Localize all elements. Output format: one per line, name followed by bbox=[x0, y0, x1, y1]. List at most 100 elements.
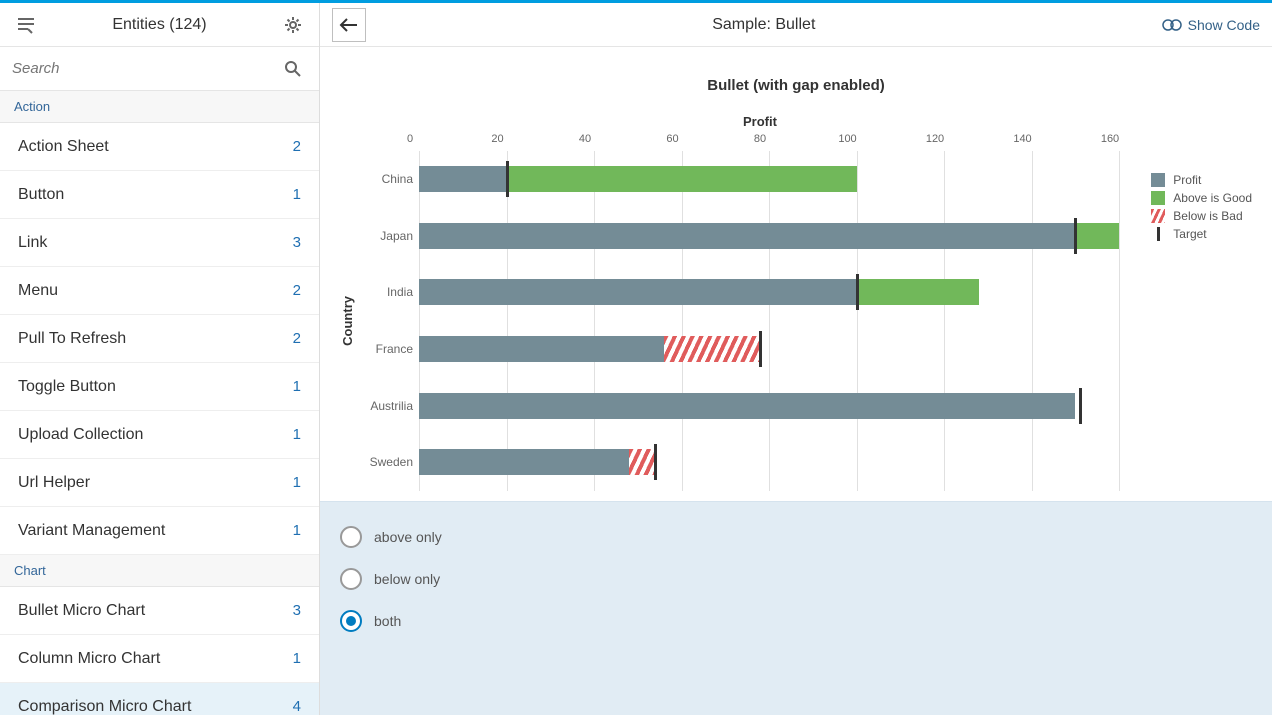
x-axis-title: Profit bbox=[410, 114, 1110, 129]
radio-panel: above only below only both bbox=[320, 501, 1272, 715]
x-tick: 0 bbox=[407, 133, 413, 145]
list-item-count: 2 bbox=[293, 138, 301, 155]
y-tick: France bbox=[363, 321, 413, 378]
list-item-label: Comparison Micro Chart bbox=[18, 698, 191, 715]
list-item-label: Upload Collection bbox=[18, 426, 143, 444]
list-item[interactable]: Column Micro Chart 1 bbox=[0, 635, 319, 683]
list-item[interactable]: Link 3 bbox=[0, 219, 319, 267]
list-item-count: 3 bbox=[293, 234, 301, 251]
list-item-count: 2 bbox=[293, 330, 301, 347]
profit-bar bbox=[419, 279, 857, 305]
list-item-count: 3 bbox=[293, 602, 301, 619]
radio-option[interactable]: below only bbox=[340, 558, 1252, 600]
chart-title: Bullet (with gap enabled) bbox=[340, 77, 1252, 94]
main-panel: Sample: Bullet Show Code Bullet (with ga… bbox=[320, 3, 1272, 715]
target-mark bbox=[1074, 218, 1077, 254]
list-item-label: Menu bbox=[18, 282, 58, 300]
x-tick: 160 bbox=[1101, 133, 1119, 145]
list-item[interactable]: Upload Collection 1 bbox=[0, 411, 319, 459]
list-item[interactable]: Button 1 bbox=[0, 171, 319, 219]
target-mark bbox=[759, 331, 762, 367]
entity-list[interactable]: ActionAction Sheet2Button1Link3Menu2Pull… bbox=[0, 91, 319, 715]
list-item-count: 4 bbox=[293, 698, 301, 715]
chart-area: Bullet (with gap enabled) Profit 0 20 40 60… bbox=[320, 47, 1272, 501]
list-item-label: Toggle Button bbox=[18, 378, 116, 396]
x-tick: 60 bbox=[666, 133, 678, 145]
profit-bar bbox=[419, 393, 1075, 419]
group-header: Action bbox=[0, 91, 319, 123]
list-item-label: Pull To Refresh bbox=[18, 330, 126, 348]
y-tick: Austrilia bbox=[363, 378, 413, 435]
radio-option[interactable]: above only bbox=[340, 516, 1252, 558]
y-tick: India bbox=[363, 264, 413, 321]
list-item-count: 1 bbox=[293, 650, 301, 667]
show-code-label: Show Code bbox=[1188, 17, 1260, 33]
back-button[interactable] bbox=[332, 8, 366, 42]
above-bar bbox=[857, 279, 980, 305]
sidebar: Entities (124) Action Action Sheet 2 Button… bbox=[0, 3, 320, 715]
legend-above: Above is Good bbox=[1173, 191, 1252, 205]
list-item[interactable]: Variant Management 1 bbox=[0, 507, 319, 555]
list-item-count: 1 bbox=[293, 186, 301, 203]
list-item[interactable]: Bullet Micro Chart 3 bbox=[0, 587, 319, 635]
target-mark bbox=[1079, 388, 1082, 424]
list-item-count: 1 bbox=[293, 522, 301, 539]
list-item-label: Button bbox=[18, 186, 64, 204]
profit-bar bbox=[419, 336, 664, 362]
x-tick: 120 bbox=[926, 133, 944, 145]
profit-bar bbox=[419, 166, 507, 192]
x-tick: 80 bbox=[754, 133, 766, 145]
chart-plot bbox=[419, 151, 1119, 491]
legend-below: Below is Bad bbox=[1173, 209, 1242, 223]
target-mark bbox=[856, 274, 859, 310]
menu-icon[interactable] bbox=[12, 11, 40, 39]
radio-label: above only bbox=[374, 529, 442, 545]
list-item-label: Bullet Micro Chart bbox=[18, 602, 145, 620]
radio-label: below only bbox=[374, 571, 440, 587]
x-tick: 100 bbox=[838, 133, 856, 145]
list-item-count: 1 bbox=[293, 474, 301, 491]
x-tick: 140 bbox=[1013, 133, 1031, 145]
below-bar bbox=[664, 336, 760, 362]
y-tick: Japan bbox=[363, 208, 413, 265]
page-title: Sample: Bullet bbox=[366, 16, 1162, 34]
list-item-label: Variant Management bbox=[18, 522, 165, 540]
target-mark bbox=[654, 444, 657, 480]
list-item-label: Action Sheet bbox=[18, 138, 109, 156]
above-bar bbox=[507, 166, 857, 192]
above-bar bbox=[1075, 223, 1119, 249]
gear-icon[interactable] bbox=[279, 11, 307, 39]
list-item[interactable]: Url Helper 1 bbox=[0, 459, 319, 507]
y-axis-title: Country bbox=[340, 296, 355, 346]
search-icon[interactable] bbox=[279, 55, 307, 83]
show-code-button[interactable]: Show Code bbox=[1162, 17, 1260, 33]
radio-circle[interactable] bbox=[340, 568, 362, 590]
x-tick: 40 bbox=[579, 133, 591, 145]
list-item-count: 1 bbox=[293, 378, 301, 395]
list-item[interactable]: Toggle Button 1 bbox=[0, 363, 319, 411]
radio-label: both bbox=[374, 613, 401, 629]
y-tick: Sweden bbox=[363, 434, 413, 491]
list-item[interactable]: Pull To Refresh 2 bbox=[0, 315, 319, 363]
group-header: Chart bbox=[0, 555, 319, 587]
list-item-label: Url Helper bbox=[18, 474, 90, 492]
list-item[interactable]: Action Sheet 2 bbox=[0, 123, 319, 171]
below-bar bbox=[629, 449, 655, 475]
radio-option[interactable]: both bbox=[340, 600, 1252, 642]
legend-profit: Profit bbox=[1173, 173, 1201, 187]
list-item-count: 2 bbox=[293, 282, 301, 299]
x-tick: 20 bbox=[491, 133, 503, 145]
radio-circle[interactable] bbox=[340, 526, 362, 548]
sidebar-title: Entities (124) bbox=[40, 16, 279, 34]
chart-legend: Profit Above is Good Below is Bad Target bbox=[1151, 173, 1252, 245]
list-item-label: Link bbox=[18, 234, 47, 252]
list-item[interactable]: Menu 2 bbox=[0, 267, 319, 315]
search-input[interactable] bbox=[12, 60, 279, 77]
list-item[interactable]: Comparison Micro Chart 4 bbox=[0, 683, 319, 715]
legend-target: Target bbox=[1173, 227, 1206, 241]
list-item-label: Column Micro Chart bbox=[18, 650, 160, 668]
y-tick: China bbox=[363, 151, 413, 208]
target-mark bbox=[506, 161, 509, 197]
list-item-count: 1 bbox=[293, 426, 301, 443]
radio-circle[interactable] bbox=[340, 610, 362, 632]
